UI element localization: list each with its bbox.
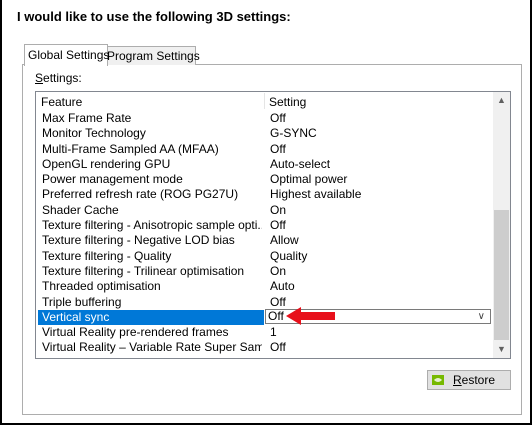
setting-cell[interactable]: 1 <box>270 325 277 340</box>
setting-cell[interactable]: G-SYNC <box>270 126 317 141</box>
feature-cell[interactable]: OpenGL rendering GPU <box>42 157 262 172</box>
feature-cell[interactable]: Texture filtering - Quality <box>42 249 262 264</box>
tab-global-settings[interactable]: Global Settings <box>24 44 109 66</box>
page-title: I would like to use the following 3D set… <box>17 9 291 24</box>
chevron-down-icon[interactable]: ▼ <box>493 341 510 358</box>
setting-cell[interactable]: On <box>270 203 286 218</box>
table-row[interactable]: Preferred refresh rate (ROG PG27U) Highes… <box>36 187 493 202</box>
column-divider[interactable] <box>264 93 265 109</box>
table-row[interactable]: Monitor Technology G-SYNC <box>36 126 493 141</box>
feature-cell[interactable]: Shader Cache <box>42 203 262 218</box>
feature-cell[interactable]: Texture filtering - Trilinear optimisati… <box>42 264 262 279</box>
setting-cell[interactable]: Off <box>270 340 286 355</box>
setting-cell[interactable]: Optimal power <box>270 172 347 187</box>
table-row[interactable]: Texture filtering - Negative LOD bias All… <box>36 233 493 248</box>
table-row[interactable]: Power management mode Optimal power <box>36 172 493 187</box>
vertical-scrollbar[interactable]: ▲ ▼ <box>493 92 510 358</box>
column-header-feature[interactable]: Feature <box>41 93 82 111</box>
feature-cell[interactable]: Power management mode <box>42 172 262 187</box>
scrollbar-thumb[interactable] <box>494 210 509 340</box>
feature-cell[interactable]: Threaded optimisation <box>42 279 262 294</box>
feature-cell[interactable]: Texture filtering - Negative LOD bias <box>42 233 262 248</box>
chevron-down-icon[interactable]: ∨ <box>478 310 485 323</box>
table-body: Max Frame Rate Off Monitor Technology G-SYN… <box>36 111 493 356</box>
feature-cell[interactable]: Virtual Reality – Variable Rate Super Sa… <box>42 340 262 355</box>
restore-label-rest: estore <box>461 373 496 387</box>
table-row[interactable]: Texture filtering - Anisotropic sample o… <box>36 218 493 233</box>
table-row[interactable]: Virtual Reality – Variable Rate Super Sa… <box>36 340 493 355</box>
frame-border-left <box>0 0 2 425</box>
setting-cell[interactable]: Allow <box>270 233 299 248</box>
red-arrow-icon <box>286 307 335 325</box>
feature-cell[interactable]: Monitor Technology <box>42 126 262 141</box>
setting-cell[interactable]: On <box>270 264 286 279</box>
table-row[interactable]: Vertical sync Off ∨ <box>36 308 493 325</box>
feature-cell[interactable]: Max Frame Rate <box>42 111 262 126</box>
table-row[interactable]: Texture filtering - Quality Quality <box>36 249 493 264</box>
table-row[interactable]: Threaded optimisation Auto <box>36 279 493 294</box>
feature-cell[interactable]: Triple buffering <box>42 295 262 310</box>
setting-cell[interactable]: Off <box>270 295 286 310</box>
table-header: Feature Setting <box>36 92 493 110</box>
setting-cell[interactable]: Highest available <box>270 187 361 202</box>
restore-button-label: Restore <box>453 373 495 387</box>
tab-program-settings[interactable]: Program Settings <box>103 46 200 65</box>
settings-label-rest: ettings: <box>43 71 82 85</box>
setting-cell[interactable]: Off <box>270 111 286 126</box>
setting-cell[interactable]: Auto <box>270 279 295 294</box>
setting-cell[interactable]: Quality <box>270 249 307 264</box>
settings-table[interactable]: Feature Setting Max Frame Rate Off Monitor… <box>35 91 511 359</box>
table-row[interactable]: Shader Cache On <box>36 203 493 218</box>
nvidia-logo-icon <box>432 375 444 385</box>
settings-label-mnemonic: S <box>35 71 44 85</box>
setting-cell[interactable]: Auto-select <box>270 157 330 172</box>
restore-button[interactable]: Restore <box>427 370 511 390</box>
feature-cell[interactable]: Multi-Frame Sampled AA (MFAA) <box>42 142 262 157</box>
table-row[interactable]: Virtual Reality pre-rendered frames 1 <box>36 325 493 340</box>
table-row[interactable]: Triple buffering Off <box>36 295 493 310</box>
setting-cell[interactable]: Off <box>270 142 286 157</box>
table-row[interactable]: Texture filtering - Trilinear optimisati… <box>36 264 493 279</box>
feature-cell[interactable]: Virtual Reality pre-rendered frames <box>42 325 262 340</box>
setting-cell[interactable]: Off <box>270 218 286 233</box>
table-row[interactable]: Max Frame Rate Off <box>36 111 493 126</box>
settings-label: Settings: <box>35 71 82 85</box>
feature-cell[interactable]: Texture filtering - Anisotropic sample o… <box>42 218 262 233</box>
feature-cell[interactable]: Vertical sync <box>42 310 262 325</box>
column-header-setting[interactable]: Setting <box>269 93 306 111</box>
table-row[interactable]: Multi-Frame Sampled AA (MFAA) Off <box>36 142 493 157</box>
feature-cell[interactable]: Preferred refresh rate (ROG PG27U) <box>42 187 262 202</box>
chevron-up-icon[interactable]: ▲ <box>493 92 510 109</box>
setting-dropdown-value: Off <box>268 308 284 323</box>
table-row[interactable]: OpenGL rendering GPU Auto-select <box>36 157 493 172</box>
restore-mnemonic: R <box>453 373 462 387</box>
